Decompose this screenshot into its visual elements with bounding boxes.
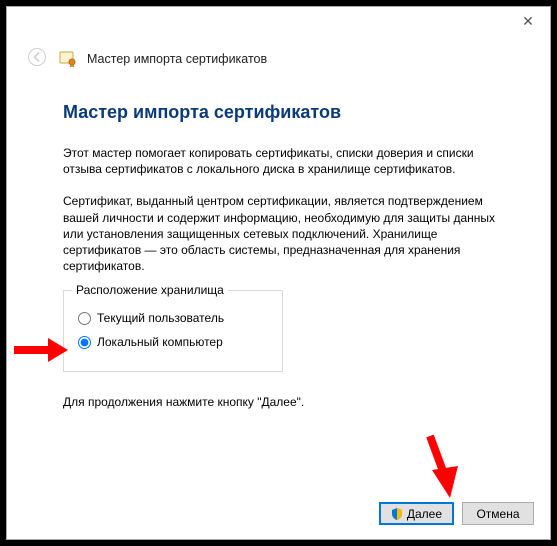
continue-hint: Для продолжения нажмите кнопку "Далее". [63, 394, 510, 410]
certificate-icon [59, 50, 77, 68]
cancel-button[interactable]: Отмена [462, 502, 534, 525]
radio-current-user-label: Текущий пользователь [97, 311, 224, 325]
back-arrow-icon [25, 45, 49, 72]
radio-local-computer[interactable]: Локальный компьютер [78, 335, 268, 349]
description-text: Сертификат, выданный центром сертификаци… [63, 193, 510, 274]
store-location-group: Расположение хранилища Текущий пользоват… [63, 290, 283, 372]
radio-current-user[interactable]: Текущий пользователь [78, 311, 268, 325]
group-legend: Расположение хранилища [72, 283, 228, 297]
radio-local-computer-label: Локальный компьютер [97, 335, 223, 349]
header-title: Мастер импорта сертификатов [87, 52, 267, 66]
cancel-button-label: Отмена [476, 507, 519, 521]
next-button[interactable]: Далее [379, 502, 454, 525]
radio-local-computer-input[interactable] [78, 336, 91, 349]
close-icon: ✕ [522, 13, 534, 30]
titlebar: ✕ [7, 7, 550, 37]
page-title: Мастер импорта сертификатов [63, 102, 510, 123]
close-button[interactable]: ✕ [506, 7, 550, 35]
content-area: Мастер импорта сертификатов Этот мастер … [7, 76, 550, 492]
header-row: Мастер импорта сертификатов [7, 37, 550, 76]
footer: Далее Отмена [7, 492, 550, 539]
wizard-window: ✕ Мастер импорта сертификатов Мастер имп [6, 6, 551, 540]
shield-icon [391, 508, 403, 520]
radio-current-user-input[interactable] [78, 312, 91, 325]
intro-text: Этот мастер помогает копировать сертифик… [63, 145, 510, 177]
next-button-label: Далее [407, 507, 442, 521]
